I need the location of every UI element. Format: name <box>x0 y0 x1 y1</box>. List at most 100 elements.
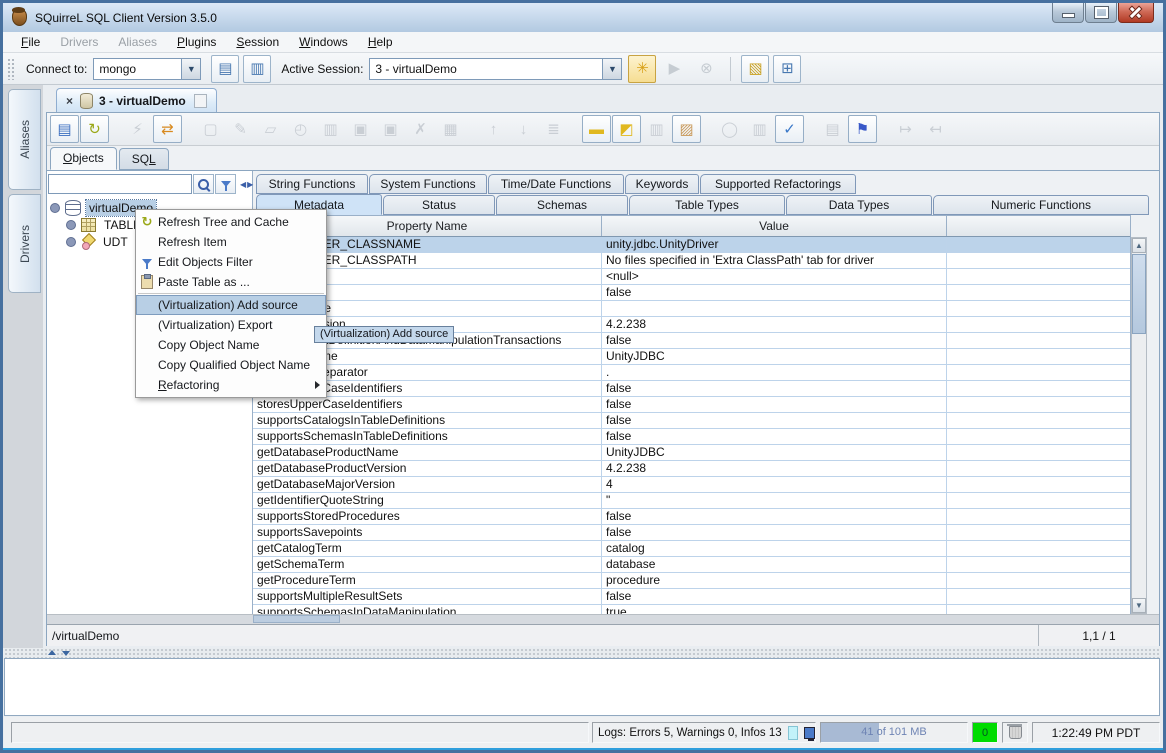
tab-objects[interactable]: Objects <box>50 147 117 170</box>
active-session-combobox[interactable]: 3 - virtualDemo ▼ <box>369 58 622 80</box>
rollback-config-b-button[interactable]: ↤ <box>921 115 950 143</box>
sql-history-button[interactable]: ◴ <box>286 115 315 143</box>
menu-item-refactoring[interactable]: Refactoring <box>136 375 326 395</box>
show-references-button[interactable]: ▤ <box>818 115 847 143</box>
menu-item-virtualization-export[interactable]: (Virtualization) Export <box>136 315 326 335</box>
log-viewer-monitor-icon[interactable] <box>804 727 815 739</box>
table-row[interactable]: getDriverNameUnityJDBC <box>253 349 1130 365</box>
tree-view-button[interactable]: ⊞ <box>773 55 801 83</box>
table-row[interactable]: getUserName <box>253 301 1130 317</box>
table-row[interactable]: supportsCatalogsInTableDefinitionsfalse <box>253 413 1130 429</box>
chevron-down-icon[interactable]: ▼ <box>602 59 621 79</box>
menu-plugins[interactable]: Plugins <box>167 32 226 52</box>
table-row[interactable]: getDatabaseProductNameUnityJDBC <box>253 445 1130 461</box>
dock-tab-drivers[interactable]: Drivers <box>8 194 41 293</box>
detach-sheet-icon[interactable] <box>194 94 207 108</box>
tab-time-date-functions[interactable]: Time/Date Functions <box>488 174 624 194</box>
table-row[interactable]: isReadOnlyfalse <box>253 285 1130 301</box>
tab-supported-refactorings[interactable]: Supported Refactorings <box>700 174 856 194</box>
menu-file[interactable]: File <box>11 32 50 52</box>
table-row[interactable]: getIdentifierQuoteString" <box>253 493 1130 509</box>
previous-sql-button[interactable]: ↑ <box>479 115 508 143</box>
session-tab[interactable]: × 3 - virtualDemo <box>56 88 217 113</box>
table-row[interactable]: storesUpperCaseIdentifiersfalse <box>253 397 1130 413</box>
cancel-session-button[interactable]: ⊗ <box>692 55 720 83</box>
table-row[interactable]: getDatabaseMajorVersion4 <box>253 477 1130 493</box>
table-row[interactable]: getDatabaseProductVersion4.2.238 <box>253 461 1130 477</box>
edit-sql-button[interactable]: ✎ <box>226 115 255 143</box>
horizontal-scrollbar-thumb[interactable] <box>253 615 340 623</box>
table-row[interactable]: getCatalogTermcatalog <box>253 541 1130 557</box>
memory-section[interactable]: 41 of 101 MB <box>820 722 968 743</box>
expander-icon[interactable] <box>66 237 76 247</box>
save-sql-as-button[interactable]: ▣ <box>376 115 405 143</box>
table-row[interactable]: supportsSchemasInTableDefinitionsfalse <box>253 429 1130 445</box>
open-sql-button[interactable]: ▱ <box>256 115 285 143</box>
split-divider[interactable] <box>4 648 1161 658</box>
garbage-collect-button[interactable] <box>1002 722 1028 743</box>
menu-help[interactable]: Help <box>358 32 403 52</box>
splitter-arrows-icon[interactable]: ◀▶ <box>240 180 254 189</box>
search-button[interactable] <box>193 174 214 194</box>
table-row[interactable]: supportsStoredProceduresfalse <box>253 509 1130 525</box>
paste-result-button[interactable]: ▨ <box>672 115 701 143</box>
table-row[interactable]: storesLowerCaseIdentifiersfalse <box>253 381 1130 397</box>
bookmark-button[interactable]: ⚑ <box>848 115 877 143</box>
detach-result-tab-button[interactable]: ◩ <box>612 115 641 143</box>
tab-status[interactable]: Status <box>383 195 495 215</box>
tab-schemas[interactable]: Schemas <box>496 195 628 215</box>
close-sql-button[interactable]: ✗ <box>406 115 435 143</box>
menu-item-edit-objects-filter[interactable]: Edit Objects Filter <box>136 252 326 272</box>
run-session-button[interactable]: ▶ <box>660 55 688 83</box>
menu-windows[interactable]: Windows <box>289 32 358 52</box>
tree-search-input[interactable] <box>48 174 192 194</box>
tab-data-types[interactable]: Data Types <box>786 195 932 215</box>
minimize-result-tabs-button[interactable]: ▬ <box>582 115 611 143</box>
scroll-down-icon[interactable]: ▼ <box>1132 598 1146 613</box>
close-button[interactable] <box>1118 3 1154 23</box>
session-properties-button[interactable]: ▤ <box>50 115 79 143</box>
vertical-scrollbar[interactable]: ▲ ▼ <box>1131 237 1147 614</box>
alias-combobox[interactable]: mongo ▼ <box>93 58 201 80</box>
copy-sql-button[interactable]: ▥ <box>316 115 345 143</box>
sql-filter-button[interactable]: ⇄ <box>153 115 182 143</box>
save-sql-button[interactable]: ▣ <box>346 115 375 143</box>
dock-tab-aliases[interactable]: Aliases <box>8 89 41 190</box>
tab-string-functions[interactable]: String Functions <box>256 174 368 194</box>
filter-button[interactable] <box>215 174 236 194</box>
refresh-object-tree-button[interactable]: ↻ <box>80 115 109 143</box>
restore-button[interactable] <box>1085 3 1117 23</box>
validate-result-button[interactable]: ✓ <box>775 115 804 143</box>
tab-system-functions[interactable]: System Functions <box>369 174 487 194</box>
tree-node-table[interactable]: TABLE <box>66 216 144 233</box>
menu-session[interactable]: Session <box>226 32 289 52</box>
compare-result-button[interactable]: ▥ <box>745 115 774 143</box>
tree-node-udt[interactable]: UDT <box>66 233 131 250</box>
toolbar-grip[interactable] <box>7 58 14 80</box>
menu-drivers[interactable]: Drivers <box>50 32 108 52</box>
connect-alias-button[interactable]: ▤ <box>211 55 239 83</box>
copy-result-button[interactable]: ▥ <box>642 115 671 143</box>
table-row[interactable]: supportsSavepointsfalse <box>253 525 1130 541</box>
table-row[interactable]: getURL<null> <box>253 269 1130 285</box>
table-row[interactable]: supportsMultipleResultSetsfalse <box>253 589 1130 605</box>
tab-table-types[interactable]: Table Types <box>629 195 785 215</box>
session-keys-button[interactable]: ✳ <box>628 55 656 83</box>
print-sql-button[interactable]: ▦ <box>436 115 465 143</box>
menu-item-refresh-tree-and-cache[interactable]: ↻Refresh Tree and Cache <box>136 212 326 232</box>
table-header[interactable]: Property Name Value <box>253 215 1130 237</box>
expander-icon[interactable] <box>66 220 76 230</box>
menu-item-paste-table-as[interactable]: Paste Table as ... <box>136 272 326 292</box>
column-header-value[interactable]: Value <box>602 216 947 236</box>
find-in-result-button[interactable]: ◯ <box>715 115 744 143</box>
table-row[interactable]: supportsSchemasInDataManipulationtrue <box>253 605 1130 614</box>
logs-section[interactable]: Logs: Errors 5, Warnings 0, Infos 13 <box>592 722 816 743</box>
collapse-up-icon[interactable] <box>48 650 56 655</box>
table-row[interactable]: JDBC_DRIVER_CLASSNAMEunity.jdbc.UnityDri… <box>253 237 1130 253</box>
scrollbar-thumb[interactable] <box>1132 254 1146 334</box>
table-row[interactable]: getSchemaTermdatabase <box>253 557 1130 573</box>
menu-item-refresh-item[interactable]: Refresh Item <box>136 232 326 252</box>
title-bar[interactable]: SQuirreL SQL Client Version 3.5.0 <box>3 3 1163 33</box>
menu-item-copy-qualified-object-name[interactable]: Copy Qualified Object Name <box>136 355 326 375</box>
menu-item-virtualization-add-source[interactable]: (Virtualization) Add source <box>136 295 326 315</box>
